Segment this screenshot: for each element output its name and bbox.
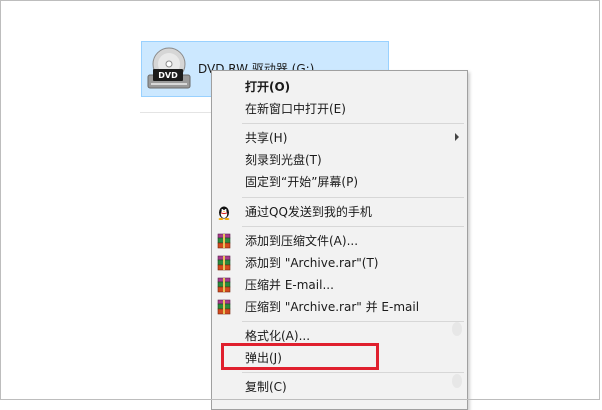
- menu-item-label: 添加到压缩文件(A)...: [245, 234, 359, 248]
- menu-item-label: 格式化(A)...: [245, 329, 311, 343]
- menu-item-label: 添加到 "Archive.rar"(T): [245, 256, 379, 270]
- menu-separator: [242, 226, 464, 227]
- dvd-badge-text: DVD: [158, 71, 178, 80]
- menu-item-label: 压缩并 E-mail...: [245, 278, 334, 292]
- menu-separator: [242, 321, 464, 322]
- winrar-icon: [217, 255, 231, 271]
- qq-penguin-icon: [218, 206, 230, 220]
- menu-separator: [242, 123, 464, 124]
- menu-item-share[interactable]: 共享(H): [212, 127, 467, 149]
- winrar-icon: [217, 277, 231, 293]
- winrar-icon: [217, 299, 231, 315]
- menu-item-open[interactable]: 打开(O): [212, 76, 467, 98]
- menu-item-label: 通过QQ发送到我的手机: [245, 205, 372, 219]
- menu-item-copy[interactable]: 复制(C): [212, 376, 467, 398]
- menu-item-label: 固定到“开始”屏幕(P): [245, 175, 359, 189]
- menu-item-send-via-qq[interactable]: 通过QQ发送到我的手机: [212, 201, 467, 223]
- winrar-icon: [217, 233, 231, 249]
- eject-highlight-annotation: [221, 343, 379, 370]
- menu-separator: [242, 197, 464, 198]
- menu-item-add-to-archive[interactable]: 添加到压缩文件(A)...: [212, 230, 467, 252]
- menu-item-pin-to-start[interactable]: 固定到“开始”屏幕(P): [212, 171, 467, 193]
- menu-item-label: 压缩到 "Archive.rar" 并 E-mail: [245, 300, 420, 314]
- submenu-arrow-icon: [455, 133, 459, 141]
- menu-item-add-to-archive-rar[interactable]: 添加到 "Archive.rar"(T): [212, 252, 467, 274]
- menu-item-compress-to-rar-and-email[interactable]: 压缩到 "Archive.rar" 并 E-mail: [212, 296, 467, 318]
- glare-mark: [452, 374, 462, 388]
- menu-item-burn-to-disc[interactable]: 刻录到光盘(T): [212, 149, 467, 171]
- menu-item-compress-and-email[interactable]: 压缩并 E-mail...: [212, 274, 467, 296]
- dvd-drive-icon: DVD: [147, 47, 191, 89]
- menu-separator: [242, 372, 464, 373]
- glare-mark: [452, 322, 462, 336]
- menu-item-label: 复制(C): [245, 380, 287, 394]
- menu-item-label: 共享(H): [245, 131, 288, 145]
- menu-item-label: 刻录到光盘(T): [245, 153, 322, 167]
- menu-item-label: 在新窗口中打开(E): [245, 102, 346, 116]
- menu-item-label: 打开(O): [245, 80, 291, 94]
- menu-item-open-new-window[interactable]: 在新窗口中打开(E): [212, 98, 467, 120]
